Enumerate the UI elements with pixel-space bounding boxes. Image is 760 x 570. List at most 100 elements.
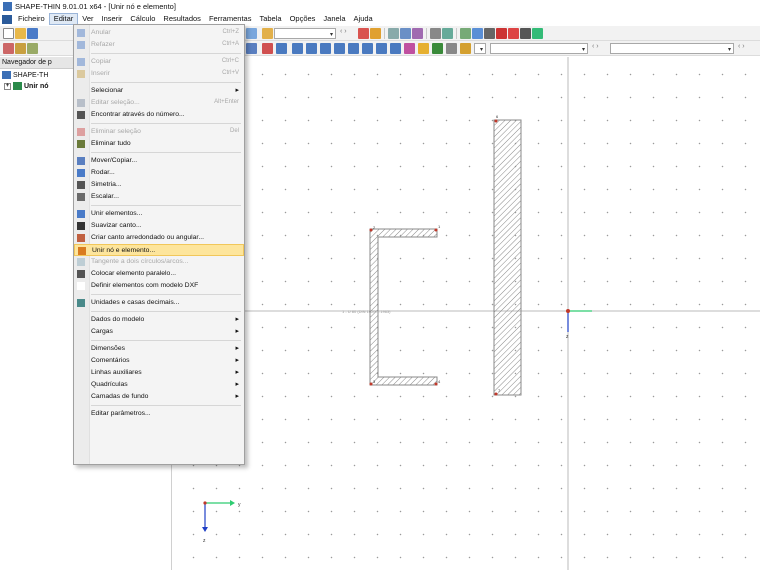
menu-item-label: Editar seleção... bbox=[91, 99, 140, 106]
open-folder-icon[interactable] bbox=[15, 28, 26, 39]
results-values-icon[interactable] bbox=[370, 28, 381, 39]
document-icon[interactable] bbox=[2, 14, 12, 24]
layer-icon[interactable] bbox=[446, 43, 457, 54]
color-icon[interactable] bbox=[460, 43, 471, 54]
table-icon[interactable] bbox=[412, 28, 423, 39]
prev-next-arrows[interactable]: ‹ › bbox=[340, 28, 347, 35]
expand-icon[interactable]: + bbox=[4, 82, 11, 90]
arc-icon[interactable] bbox=[306, 43, 317, 54]
encontrar-atraves-do-numero-icon bbox=[77, 111, 85, 119]
menu-item-encontrar-atraves-do-numero[interactable]: Encontrar através do número... bbox=[74, 109, 244, 121]
line-icon[interactable] bbox=[276, 43, 287, 54]
node-icon[interactable] bbox=[262, 43, 273, 54]
dimension-icon[interactable] bbox=[362, 43, 373, 54]
menu-item-shortcut: Ctrl+V bbox=[222, 70, 239, 76]
menu-item-label: Encontrar através do número... bbox=[91, 111, 185, 118]
menu-item-anular[interactable]: Anular Ctrl+Z bbox=[74, 27, 244, 39]
menu-item-label: Comentários bbox=[91, 357, 130, 364]
filter-prev-next[interactable]: ‹ › bbox=[738, 43, 745, 50]
menu-item-inserir[interactable]: Inserir Ctrl+V bbox=[74, 68, 244, 80]
view-combo[interactable]: ▾ bbox=[490, 43, 588, 54]
element-icon[interactable] bbox=[292, 43, 303, 54]
menu-item-eliminar-tudo[interactable]: Eliminar tudo bbox=[74, 138, 244, 150]
menu-item-cargas[interactable]: Cargas ▸ bbox=[74, 326, 244, 338]
spline-icon[interactable] bbox=[348, 43, 359, 54]
results-icon[interactable] bbox=[358, 28, 369, 39]
menu-item-camadas-de-fundo[interactable]: Camadas de fundo ▸ bbox=[74, 391, 244, 403]
circle-icon[interactable] bbox=[320, 43, 331, 54]
pen-icon[interactable] bbox=[15, 43, 26, 54]
symmetry-icon[interactable] bbox=[484, 28, 495, 39]
node-marker[interactable] bbox=[494, 119, 498, 123]
menu-item-unir-no-e-elemento[interactable]: Unir nó e elemento... bbox=[74, 244, 244, 256]
guide-icon[interactable] bbox=[390, 43, 401, 54]
load-case-combo[interactable]: ▾ bbox=[274, 28, 336, 39]
settings-icon[interactable] bbox=[520, 28, 531, 39]
view-prev-next[interactable]: ‹ › bbox=[592, 43, 599, 50]
menu-item-editar-parametros[interactable]: Editar parâmetros... bbox=[74, 408, 244, 420]
menu-tabela[interactable]: Tabela bbox=[255, 13, 285, 25]
menu-item-definir-elementos-com-modelo-dxf[interactable]: Definir elementos com modelo DXF bbox=[74, 280, 244, 292]
grid-icon[interactable] bbox=[430, 28, 441, 39]
plate-element[interactable] bbox=[493, 119, 522, 396]
menu-item-copiar[interactable]: Copiar Ctrl+C bbox=[74, 56, 244, 68]
tools-icon[interactable] bbox=[508, 28, 519, 39]
check-icon[interactable] bbox=[532, 28, 543, 39]
menu-item-unir-elementos[interactable]: Unir elementos... bbox=[74, 208, 244, 220]
menu-separator bbox=[91, 294, 241, 295]
menu-item-label: Unidades e casas decimais... bbox=[91, 299, 180, 306]
drawing-canvas[interactable]: 1 - U 80 (DIN 1026-1:1963) 2 1 3 4 6 7 z… bbox=[172, 57, 760, 570]
menu-item-tangente-a-dois-circulos-arcos[interactable]: Tangente a dois círculos/arcos... bbox=[74, 256, 244, 268]
view-icon[interactable] bbox=[388, 28, 399, 39]
material-icon[interactable] bbox=[432, 43, 443, 54]
save-icon[interactable] bbox=[27, 28, 38, 39]
polyline-icon[interactable] bbox=[334, 43, 345, 54]
section-icon[interactable] bbox=[246, 43, 257, 54]
menu-item-refazer[interactable]: Refazer Ctrl+A bbox=[74, 39, 244, 51]
menu-item-comentarios[interactable]: Comentários ▸ bbox=[74, 355, 244, 367]
menu-item-simetria[interactable]: Simetria... bbox=[74, 179, 244, 191]
menu-ajuda[interactable]: Ajuda bbox=[350, 13, 377, 25]
new-file-icon[interactable] bbox=[3, 28, 14, 39]
menu-item-rodar[interactable]: Rodar... bbox=[74, 167, 244, 179]
colocar-elemento-paralelo-icon bbox=[77, 270, 85, 278]
window-icon[interactable] bbox=[246, 28, 257, 39]
menu-item-selecionar[interactable]: Selecionar ▸ bbox=[74, 85, 244, 97]
menu-item-dimensoes[interactable]: Dimensões ▸ bbox=[74, 343, 244, 355]
filter-combo[interactable]: ▾ bbox=[610, 43, 734, 54]
menu-item-suavizar-canto[interactable]: Suavizar canto... bbox=[74, 220, 244, 232]
menu-ficheiro[interactable]: Ficheiro bbox=[14, 13, 49, 25]
snap-icon[interactable] bbox=[442, 28, 453, 39]
u-channel-element[interactable] bbox=[369, 228, 438, 386]
support-icon[interactable] bbox=[418, 43, 429, 54]
color-combo[interactable]: ▾ bbox=[474, 43, 486, 54]
menu-item-criar-canto-arredondado-ou-angular[interactable]: Criar canto arredondado ou angular... bbox=[74, 232, 244, 244]
menu-item-label: Anular bbox=[91, 29, 111, 36]
graph-icon[interactable] bbox=[400, 28, 411, 39]
origin-marker bbox=[203, 501, 207, 505]
menu-item-eliminar-selecao[interactable]: Eliminar seleção Del bbox=[74, 126, 244, 138]
tree-root[interactable]: SHAPE-TH bbox=[2, 71, 48, 79]
tool-icon[interactable] bbox=[27, 43, 38, 54]
tree-child[interactable]: + Unir nó bbox=[4, 82, 49, 90]
menu-item-quadriculas[interactable]: Quadrículas ▸ bbox=[74, 379, 244, 391]
submenu-arrow-icon: ▸ bbox=[235, 87, 239, 94]
menu-janela[interactable]: Janela bbox=[319, 13, 349, 25]
model-icon[interactable] bbox=[262, 28, 273, 39]
model-drawing[interactable]: 1 - U 80 (DIN 1026-1:1963) 2 1 3 4 6 7 z… bbox=[172, 57, 760, 570]
comment-icon[interactable] bbox=[376, 43, 387, 54]
menu-opcoes[interactable]: Opções bbox=[286, 13, 320, 25]
load-icon[interactable] bbox=[404, 43, 415, 54]
rotate-icon[interactable] bbox=[460, 28, 471, 39]
menu-item-escalar[interactable]: Escalar... bbox=[74, 191, 244, 203]
delete-icon[interactable] bbox=[496, 28, 507, 39]
menu-item-mover-copiar[interactable]: Mover/Copiar... bbox=[74, 155, 244, 167]
pointer-icon[interactable] bbox=[3, 43, 14, 54]
menu-item-label: Selecionar bbox=[91, 87, 124, 94]
menu-item-linhas-auxiliares[interactable]: Linhas auxiliares ▸ bbox=[74, 367, 244, 379]
menu-item-colocar-elemento-paralelo[interactable]: Colocar elemento paralelo... bbox=[74, 268, 244, 280]
menu-item-unidades-e-casas-decimais[interactable]: Unidades e casas decimais... bbox=[74, 297, 244, 309]
mirror-icon[interactable] bbox=[472, 28, 483, 39]
menu-item-dados-do-modelo[interactable]: Dados do modelo ▸ bbox=[74, 314, 244, 326]
menu-item-editar-selecao[interactable]: Editar seleção... Alt+Enter bbox=[74, 97, 244, 109]
